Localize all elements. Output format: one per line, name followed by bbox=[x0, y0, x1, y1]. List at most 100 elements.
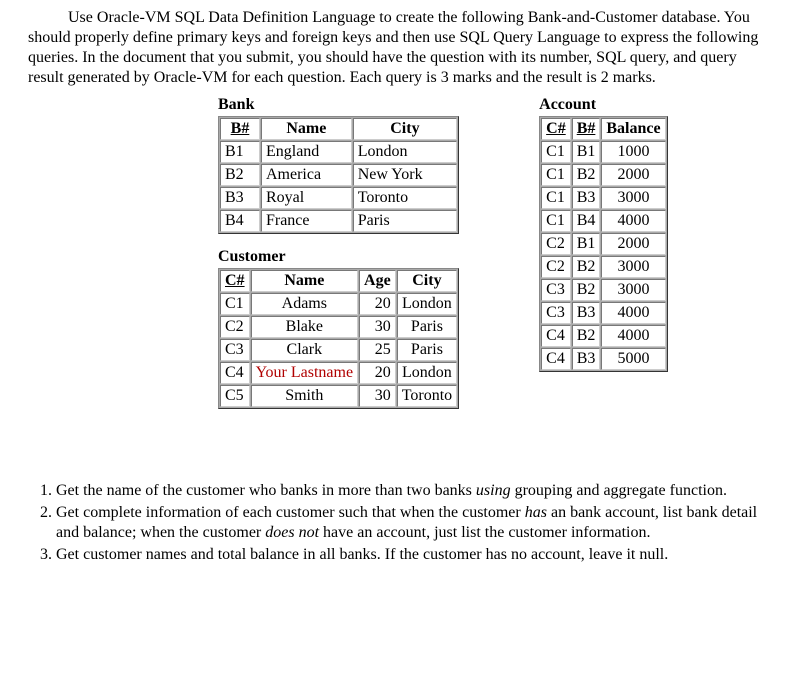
account-cell: C3 bbox=[541, 302, 571, 324]
bank-cell: New York bbox=[353, 164, 457, 186]
customer-cell: Blake bbox=[251, 316, 358, 338]
table-row: C3 B2 3000 bbox=[541, 279, 665, 301]
table-row: C2 B2 3000 bbox=[541, 256, 665, 278]
account-cell: 2000 bbox=[601, 233, 665, 255]
customer-cell: 30 bbox=[359, 316, 396, 338]
account-cell: 3000 bbox=[601, 187, 665, 209]
bank-header-name: Name bbox=[261, 118, 352, 140]
table-row: C4 B2 4000 bbox=[541, 325, 665, 347]
table-row: C4 Your Lastname 20 London bbox=[220, 362, 457, 384]
question-em: does not bbox=[265, 524, 319, 541]
account-cell: B1 bbox=[572, 233, 601, 255]
account-cell: B2 bbox=[572, 164, 601, 186]
customer-cell: 30 bbox=[359, 385, 396, 407]
table-row: C4 B3 5000 bbox=[541, 348, 665, 370]
customer-cell: 25 bbox=[359, 339, 396, 361]
bank-header-city: City bbox=[353, 118, 457, 140]
customer-cell: C2 bbox=[220, 316, 250, 338]
account-cell: 4000 bbox=[601, 302, 665, 324]
customer-cell: Paris bbox=[397, 316, 457, 338]
customer-header-name: Name bbox=[251, 270, 358, 292]
customer-header-cnum: C# bbox=[220, 270, 250, 292]
table-row: B4 France Paris bbox=[220, 210, 457, 232]
account-header-bnum: B# bbox=[572, 118, 601, 140]
question-text: Get customer names and total balance in … bbox=[56, 546, 668, 563]
bank-cell: B3 bbox=[220, 187, 260, 209]
table-row: C1 B4 4000 bbox=[541, 210, 665, 232]
customer-cell: Toronto bbox=[397, 385, 457, 407]
question-text: Get complete information of each custome… bbox=[56, 504, 525, 521]
customer-cell: 20 bbox=[359, 362, 396, 384]
account-label: Account bbox=[539, 96, 667, 114]
customer-cell: London bbox=[397, 362, 457, 384]
questions-list: Get the name of the customer who banks i… bbox=[28, 481, 764, 565]
customer-cell-lastname: Your Lastname bbox=[251, 362, 358, 384]
question-1: Get the name of the customer who banks i… bbox=[56, 481, 764, 501]
table-row: C1 Adams 20 London bbox=[220, 293, 457, 315]
account-cell: 4000 bbox=[601, 210, 665, 232]
question-text: grouping and aggregate function. bbox=[511, 482, 727, 499]
account-cell: B2 bbox=[572, 325, 601, 347]
table-row: C3 B3 4000 bbox=[541, 302, 665, 324]
customer-table: C# Name Age City C1 Adams 20 London C2 B… bbox=[218, 268, 459, 409]
bank-cell: Paris bbox=[353, 210, 457, 232]
table-row: B# Name City bbox=[220, 118, 457, 140]
bank-cell: England bbox=[261, 141, 352, 163]
customer-header-city: City bbox=[397, 270, 457, 292]
account-cell: B2 bbox=[572, 256, 601, 278]
customer-cell: 20 bbox=[359, 293, 396, 315]
table-row: C1 B1 1000 bbox=[541, 141, 665, 163]
customer-header-age: Age bbox=[359, 270, 396, 292]
customer-cell: Clark bbox=[251, 339, 358, 361]
account-cell: 3000 bbox=[601, 256, 665, 278]
question-em: using bbox=[476, 482, 511, 499]
bank-cell: B2 bbox=[220, 164, 260, 186]
bank-cell: London bbox=[353, 141, 457, 163]
account-cell: B1 bbox=[572, 141, 601, 163]
account-cell: C1 bbox=[541, 187, 571, 209]
account-cell: C2 bbox=[541, 233, 571, 255]
account-cell: 1000 bbox=[601, 141, 665, 163]
table-row: C# Name Age City bbox=[220, 270, 457, 292]
question-text: have an account, just list the customer … bbox=[319, 524, 650, 541]
table-row: C1 B3 3000 bbox=[541, 187, 665, 209]
intro-paragraph: Use Oracle-VM SQL Data Definition Langua… bbox=[28, 8, 764, 88]
account-table: C# B# Balance C1 B1 1000 C1 B2 2000 C1 B… bbox=[539, 116, 667, 372]
question-2: Get complete information of each custome… bbox=[56, 503, 764, 543]
customer-cell: C1 bbox=[220, 293, 250, 315]
question-text: Get the name of the customer who banks i… bbox=[56, 482, 476, 499]
account-cell: B2 bbox=[572, 279, 601, 301]
customer-cell: C3 bbox=[220, 339, 250, 361]
customer-cell: London bbox=[397, 293, 457, 315]
account-cell: C1 bbox=[541, 164, 571, 186]
account-cell: B3 bbox=[572, 348, 601, 370]
account-cell: 3000 bbox=[601, 279, 665, 301]
bank-cell: America bbox=[261, 164, 352, 186]
bank-header-bnum: B# bbox=[220, 118, 260, 140]
tables-area: Bank B# Name City B1 England London B2 A… bbox=[218, 94, 764, 421]
table-row: C5 Smith 30 Toronto bbox=[220, 385, 457, 407]
bank-cell: Royal bbox=[261, 187, 352, 209]
account-cell: C1 bbox=[541, 141, 571, 163]
customer-cell: C4 bbox=[220, 362, 250, 384]
account-cell: B3 bbox=[572, 187, 601, 209]
customer-cell: Smith bbox=[251, 385, 358, 407]
bank-cell: Toronto bbox=[353, 187, 457, 209]
account-cell: B4 bbox=[572, 210, 601, 232]
table-row: B2 America New York bbox=[220, 164, 457, 186]
table-row: C2 Blake 30 Paris bbox=[220, 316, 457, 338]
bank-table: B# Name City B1 England London B2 Americ… bbox=[218, 116, 459, 234]
account-cell: C2 bbox=[541, 256, 571, 278]
bank-cell: B1 bbox=[220, 141, 260, 163]
bank-cell: B4 bbox=[220, 210, 260, 232]
account-cell: B3 bbox=[572, 302, 601, 324]
account-header-cnum: C# bbox=[541, 118, 571, 140]
bank-label: Bank bbox=[218, 96, 459, 114]
customer-cell: C5 bbox=[220, 385, 250, 407]
account-cell: 5000 bbox=[601, 348, 665, 370]
account-header-balance: Balance bbox=[601, 118, 665, 140]
table-row: B1 England London bbox=[220, 141, 457, 163]
bank-cell: France bbox=[261, 210, 352, 232]
account-cell: C4 bbox=[541, 325, 571, 347]
table-row: B3 Royal Toronto bbox=[220, 187, 457, 209]
